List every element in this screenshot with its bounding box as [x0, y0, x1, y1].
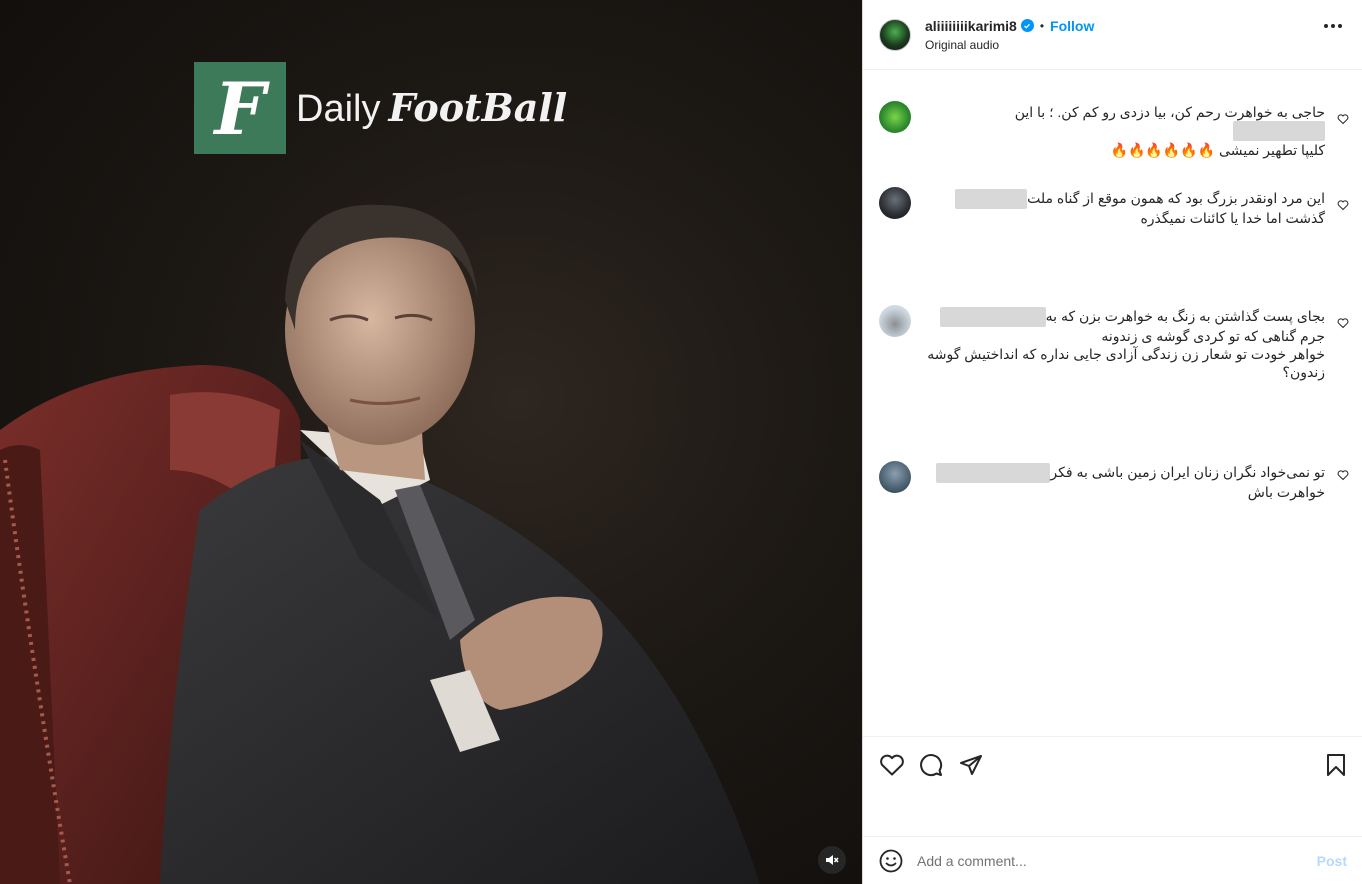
heart-icon[interactable]: [1337, 113, 1349, 125]
share-icon[interactable]: [959, 753, 983, 777]
mute-button[interactable]: [818, 846, 846, 874]
separator-dot: •: [1039, 18, 1045, 33]
logo-letter: F: [194, 62, 286, 154]
comment-text-line: خواهرت باش: [1247, 484, 1325, 501]
comment-text-line: این مرد اونقدر بزرگ بود که همون موقع از …: [1027, 190, 1325, 206]
comment-input[interactable]: [917, 852, 1297, 869]
post-header: aliiiiiiiikarimi8 • Follow Original audi…: [863, 0, 1362, 70]
comment-text-line: خواهر خودت تو شعار زن زندگی آزادی جایی ن…: [927, 346, 1325, 363]
post-media[interactable]: F Daily FootBall: [0, 0, 862, 884]
heart-icon[interactable]: [1337, 199, 1349, 211]
logo-football-text: FootBall: [388, 85, 568, 130]
verified-icon: [1020, 19, 1034, 32]
comment-icon[interactable]: [919, 753, 943, 777]
comment-text-line: جرم گناهی که تو کردی گوشه ی زندونه: [1101, 328, 1325, 345]
commenter-avatar[interactable]: [879, 305, 911, 337]
redacted-username: [1233, 121, 1325, 142]
daily-football-logo: F Daily FootBall: [194, 62, 567, 154]
comment-text-line: زندون؟: [1282, 364, 1325, 381]
heart-icon[interactable]: [1337, 469, 1349, 481]
logo-daily-text: Daily: [296, 88, 381, 130]
add-comment-bar: Post: [863, 836, 1362, 884]
post-side-panel: aliiiiiiiikarimi8 • Follow Original audi…: [862, 0, 1362, 884]
post-actions-bar: [863, 736, 1362, 836]
commenter-avatar[interactable]: [879, 461, 911, 493]
like-heart-icon[interactable]: [879, 753, 905, 777]
more-icon[interactable]: [1324, 24, 1342, 28]
bookmark-icon[interactable]: [1325, 753, 1347, 777]
author-username[interactable]: aliiiiiiiikarimi8: [925, 18, 1017, 34]
author-avatar[interactable]: [879, 18, 911, 51]
comment-text-line: حاجی به خواهرت رحم کن، بیا دزدی رو کم کن…: [1014, 104, 1325, 120]
mute-icon: [826, 855, 839, 865]
original-audio-link[interactable]: Original audio: [925, 38, 1094, 52]
comment-text-line: کلیپا تطهیر نمیشی 🔥🔥🔥🔥🔥🔥: [1110, 142, 1325, 159]
follow-button[interactable]: Follow: [1050, 18, 1094, 34]
emoji-icon[interactable]: [879, 849, 903, 873]
commenter-avatar[interactable]: [879, 101, 911, 133]
comment-text-line: گذشت اما خدا یا کائنات نمیگذره: [1140, 210, 1325, 227]
redacted-username: [936, 463, 1051, 484]
commenter-avatar[interactable]: [879, 187, 911, 219]
redacted-username: [939, 307, 1046, 328]
post-comment-button[interactable]: Post: [1317, 853, 1347, 869]
heart-icon[interactable]: [1337, 317, 1349, 329]
comment-text-line: بجای پست گذاشتن به زنگ به خواهرت بزن که …: [1045, 308, 1325, 324]
comments-list: حاجی به خواهرت رحم کن، بیا دزدی رو کم کن…: [863, 71, 1362, 735]
redacted-username: [955, 189, 1028, 210]
comment-text-line: تو نمی‌خواد نگران زنان ایران زمین باشی ب…: [1050, 464, 1325, 480]
